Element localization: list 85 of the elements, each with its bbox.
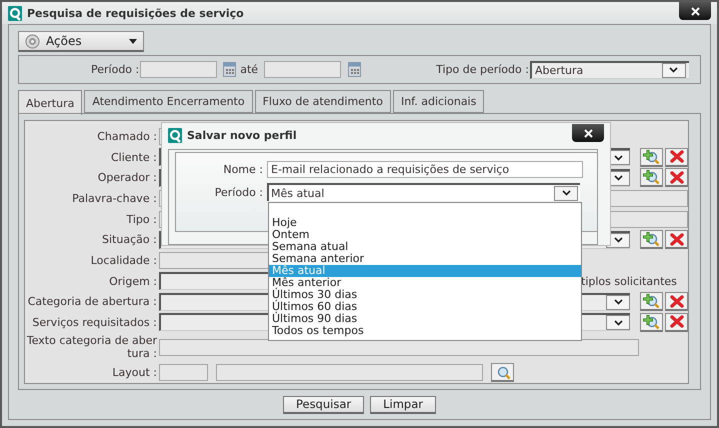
chevron-down-icon [669, 67, 678, 73]
tab[interactable]: Abertura [18, 90, 82, 115]
clear-button[interactable]: Limpar [370, 396, 436, 414]
period-type-select[interactable]: Abertura [530, 60, 689, 78]
gear-icon [25, 34, 40, 48]
add-button[interactable] [640, 292, 664, 312]
period-label: Período : [91, 63, 140, 76]
field-label: Tipo : [125, 212, 157, 226]
remove-icon [670, 315, 684, 328]
period-type-label: Tipo de período : [436, 63, 529, 76]
chevron-down-icon [614, 299, 623, 306]
until-label: até [240, 63, 258, 76]
dropdown-option[interactable]: Hoje [269, 217, 581, 229]
search-button[interactable]: Pesquisar [282, 396, 364, 414]
window-title: Pesquisa de requisições de serviço [27, 6, 244, 20]
name-field[interactable]: E-mail relacionado a requisições de serviço [267, 161, 583, 178]
add-button[interactable] [640, 148, 664, 166]
field-label: Cliente : [110, 150, 157, 164]
remove-icon [670, 150, 684, 163]
chevron-down-icon [614, 154, 623, 160]
date-field[interactable] [264, 61, 342, 78]
name-label: Nome : [222, 163, 263, 176]
add-button[interactable] [640, 230, 664, 250]
remove-icon [670, 232, 684, 246]
dropdown-button[interactable] [554, 186, 578, 200]
field-label: Layout : [111, 366, 157, 380]
calendar-icon[interactable] [348, 62, 362, 77]
field-label: Situação : [101, 233, 157, 246]
dropdown-button[interactable] [606, 294, 630, 310]
field-label: Origem : [108, 274, 157, 288]
remove-button[interactable] [665, 292, 688, 312]
dropdown-option[interactable]: Semana anterior [269, 253, 581, 265]
close-icon [690, 6, 700, 16]
caret-icon [129, 38, 137, 44]
field-label: Chamado : [96, 130, 157, 143]
add-search-icon [643, 169, 660, 186]
field-label: Categoria de abertura : [26, 295, 157, 308]
remove-button[interactable] [665, 312, 688, 332]
add-button[interactable] [640, 312, 664, 332]
remove-button[interactable] [665, 148, 688, 166]
remove-button[interactable] [665, 230, 688, 250]
actions-menu-button[interactable]: Ações [18, 31, 144, 52]
chevron-down-icon [614, 320, 623, 326]
add-search-icon [643, 148, 660, 164]
remove-icon [670, 294, 684, 308]
code-field[interactable] [159, 364, 208, 382]
tab[interactable]: Fluxo de atendimento [254, 90, 391, 113]
dialog-title: Salvar novo perfil [187, 128, 297, 142]
add-search-icon [643, 231, 660, 248]
text-field[interactable] [216, 364, 483, 382]
logo-icon [8, 6, 22, 20]
dropdown-option[interactable]: Últimos 60 dias [269, 301, 581, 313]
add-search-icon [643, 293, 660, 310]
close-icon [584, 128, 592, 138]
field-label: Serviços requisitados : [31, 316, 157, 329]
date-field[interactable] [140, 61, 218, 78]
calendar-icon[interactable] [223, 62, 236, 77]
dropdown-option[interactable]: Últimos 30 dias [269, 289, 581, 301]
dropdown-option[interactable]: Todos os tempos [269, 325, 581, 337]
field-label: Palavra-chave : [71, 192, 157, 205]
field-label: Texto categoria de abertura : [26, 334, 157, 360]
close-button[interactable] [679, 2, 711, 20]
tab[interactable]: Atendimento Encerramento [84, 90, 253, 113]
remove-button[interactable] [665, 168, 688, 188]
add-button[interactable] [640, 168, 664, 188]
dropdown-option[interactable]: Ontem [269, 229, 581, 241]
chevron-down-icon [562, 190, 570, 196]
chevron-down-icon [614, 237, 623, 244]
dropdown-button[interactable] [606, 315, 630, 330]
chevron-down-icon [614, 175, 623, 182]
logo-icon [168, 128, 182, 142]
remove-icon [670, 170, 684, 184]
dropdown-button[interactable] [662, 62, 686, 78]
add-search-icon [643, 314, 660, 330]
checkbox-label: tiplos solicitantes [581, 274, 677, 288]
period-select[interactable]: Mês atual [267, 183, 580, 201]
field-label: Localidade : [90, 254, 157, 267]
close-button[interactable] [572, 124, 604, 142]
dropdown-option[interactable]: Semana atual [269, 241, 581, 253]
period-label: Período : [214, 186, 263, 198]
field-label: Operador : [96, 171, 157, 184]
dropdown-option[interactable]: Últimos 90 dias [269, 313, 581, 325]
tab[interactable]: Inf. adicionais [392, 90, 484, 113]
dropdown-option[interactable]: Mês anterior [269, 277, 581, 289]
search-button[interactable] [491, 363, 514, 382]
